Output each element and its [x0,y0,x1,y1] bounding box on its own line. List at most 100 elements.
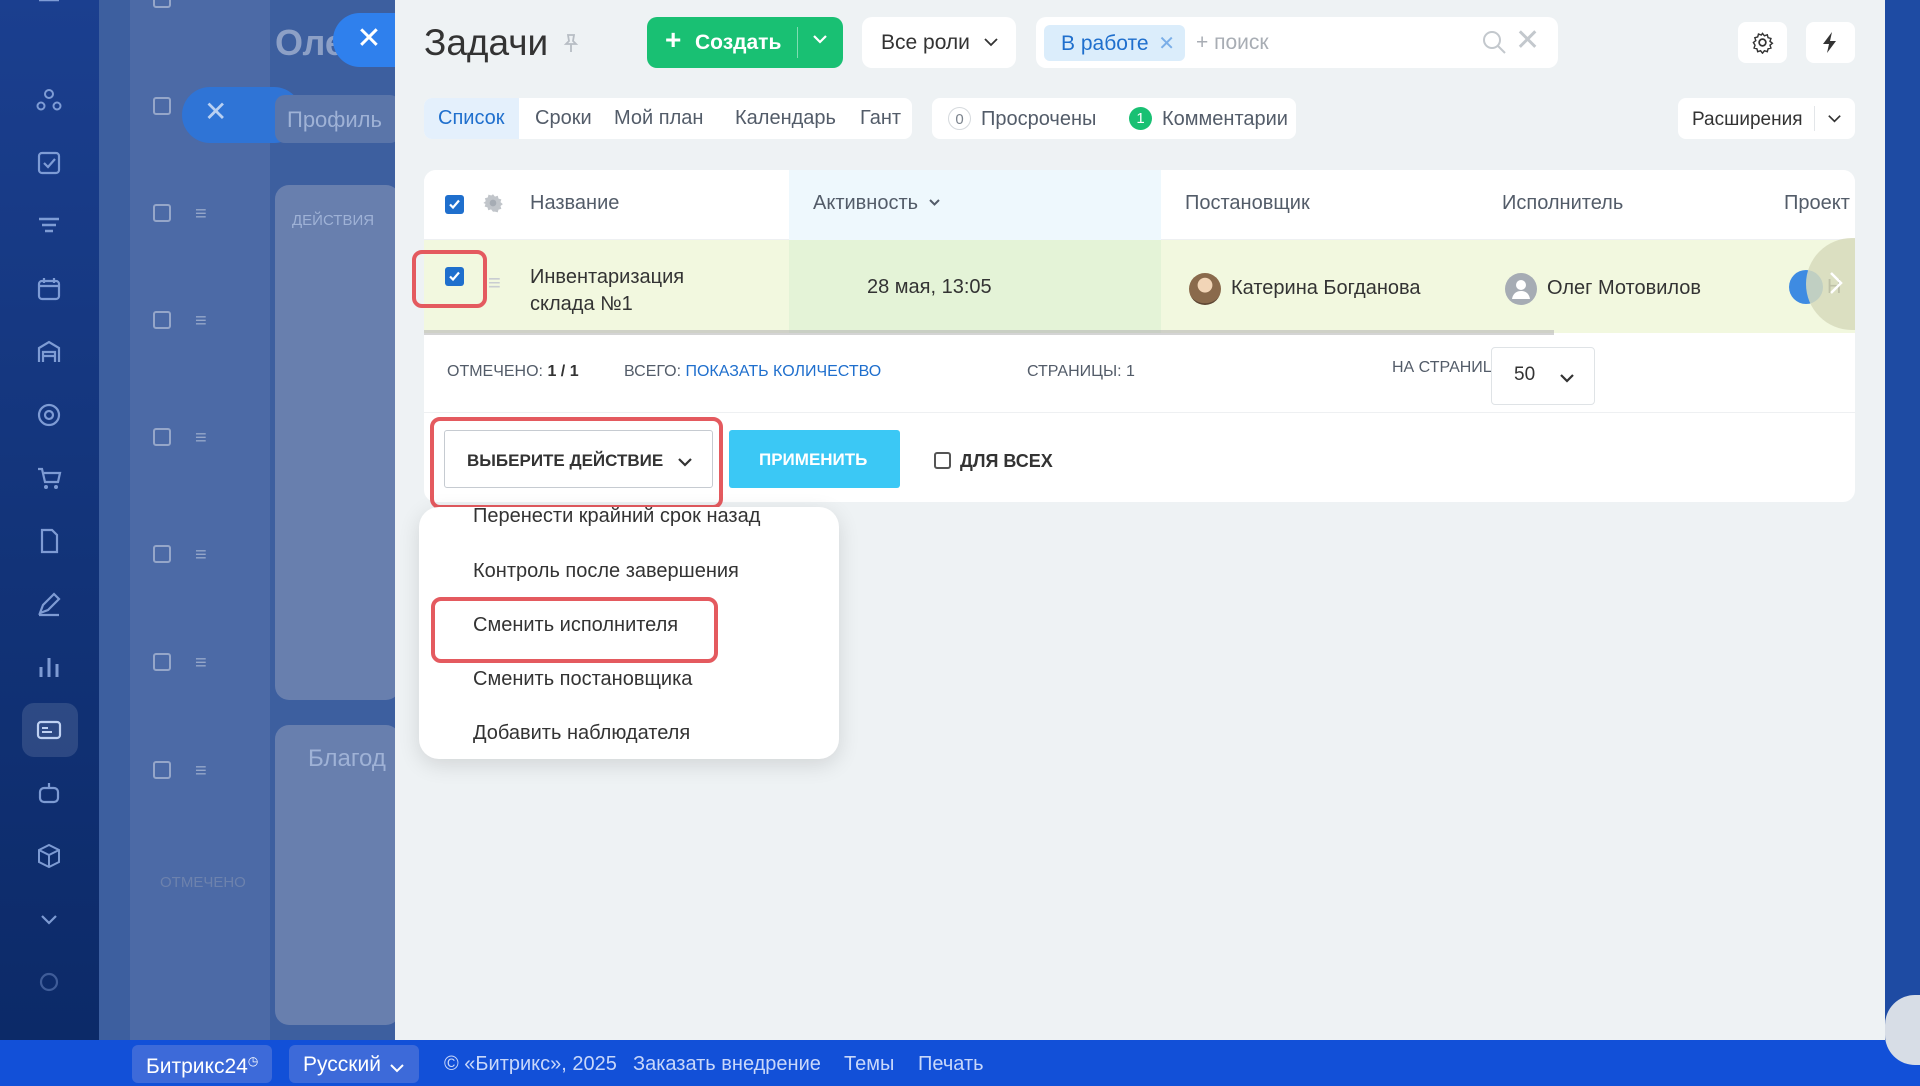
drag-handle-icon[interactable]: ≡ [488,272,506,294]
create-button[interactable]: + Создать [647,17,843,68]
for-all-label[interactable]: Для всех [960,451,1053,472]
filter-chip[interactable]: В работе ✕ [1044,25,1185,61]
settings-icon[interactable] [34,967,64,997]
warehouse-icon[interactable] [34,337,64,367]
action-select-highlight [430,417,723,509]
task-title[interactable]: Инвентаризация склада №1 [530,264,684,318]
gear-icon[interactable] [483,193,503,213]
pin-icon[interactable] [560,32,582,54]
show-count-link[interactable]: Показать количество [685,363,881,380]
column-creator[interactable]: Постановщик [1185,192,1310,215]
column-name[interactable]: Название [530,192,619,215]
chevron-down-icon [1828,115,1841,123]
robot-icon[interactable] [34,778,64,808]
extensions-label: Расширения [1692,109,1803,130]
gear-icon [1752,32,1774,54]
print-link[interactable]: Печать [918,1053,984,1076]
cart-icon[interactable] [34,463,64,493]
underlay-drag-icon: ≡ [195,310,207,332]
clock-icon: ◷ [247,1054,259,1068]
chevron-down-icon [1560,374,1574,383]
search-icon[interactable] [1480,28,1508,56]
themes-link[interactable]: Темы [844,1053,894,1076]
filter-icon[interactable] [34,211,64,241]
document-icon[interactable] [34,526,64,556]
assignee-name[interactable]: Олег Мотовилов [1547,277,1701,300]
menu-icon[interactable] [34,0,64,22]
underlay-checkbox [153,0,171,8]
total-counter: Всего: Показать количество [624,363,881,381]
activity-date: 28 мая, 13:05 [867,276,992,298]
menu-item-change-creator[interactable]: Сменить постановщика [473,668,692,691]
task-title-line: склада №1 [530,293,633,315]
row-checkbox-highlight [412,250,487,308]
calendar-icon[interactable] [34,274,64,304]
chevron-down-icon[interactable] [34,904,64,934]
extensions-button[interactable]: Расширения [1678,98,1855,139]
menu-item-move-deadline-back[interactable]: Перенести крайний срок назад [473,507,760,528]
tab-my-plan[interactable]: Мой план [614,98,703,139]
crm-icon[interactable] [34,85,64,115]
profile-card-icon[interactable] [34,715,64,745]
roles-dropdown[interactable]: Все роли [862,17,1016,68]
grid-header: Название Активность Постановщик Исполнит… [424,170,1855,240]
chevron-down-icon [984,38,998,47]
brand-button[interactable]: Битрикс24◷ [132,1045,272,1083]
creator-name[interactable]: Катерина Богданова [1231,277,1421,300]
close-icon: ✕ [356,22,382,55]
target-icon[interactable] [34,400,64,430]
lightning-icon [1823,32,1836,53]
left-sidebar [0,0,99,1040]
tab-deadlines[interactable]: Сроки [535,98,592,139]
chevron-down-icon[interactable] [810,29,830,49]
overdue-counter[interactable]: Просрочены [981,108,1096,131]
per-page-value: 50 [1514,364,1536,385]
order-implementation-link[interactable]: Заказать внедрение [633,1053,821,1076]
for-all-checkbox[interactable] [934,452,951,469]
view-tabs: Список Сроки Мой план Календарь Гант [424,98,912,139]
chevron-right-icon [1830,272,1843,294]
column-project[interactable]: Проект [1784,192,1850,215]
underlay-checkbox [153,311,171,329]
analytics-icon[interactable] [34,652,64,682]
chip-remove-icon[interactable]: ✕ [1158,31,1175,56]
filter-chip-label: В работе [1061,32,1149,55]
column-assignee[interactable]: Исполнитель [1502,192,1623,215]
overdue-count-badge: 0 [948,107,971,130]
column-activity[interactable]: Активность [813,192,941,215]
sort-chevron-icon [928,199,940,206]
select-all-checkbox[interactable] [445,195,464,214]
grid-footer: Отмечено: 1 / 1 Всего: Показать количест… [424,335,1855,413]
user-icon[interactable] [1505,273,1537,305]
create-button-label: Создать [695,31,782,54]
underlay-checkbox [153,653,171,671]
bottom-bar: Битрикс24◷ Русский © «Битрикс», 2025 Зак… [0,1040,1920,1086]
automation-button[interactable] [1806,22,1855,63]
search-input[interactable]: + поиск [1196,31,1269,55]
language-select[interactable]: Русский [289,1045,419,1083]
pages-value[interactable]: 1 [1126,363,1135,380]
tab-gantt[interactable]: Гант [860,98,901,139]
underlay-checkbox [153,428,171,446]
create-button-divider [797,27,798,58]
table-row[interactable]: ≡ Инвентаризация склада №1 28 мая, 13:05… [424,240,1855,335]
underlay-drag-icon: ≡ [195,203,207,225]
underlay-checkbox [153,761,171,779]
apply-button[interactable]: Применить [729,430,900,488]
tab-list[interactable]: Список [424,98,519,139]
pen-icon[interactable] [34,589,64,619]
comments-counter[interactable]: Комментарии [1162,108,1288,131]
underlay-drag-icon: ≡ [195,652,207,674]
underlay-profile-tab: Профиль [275,95,400,143]
menu-item-add-observer[interactable]: Добавить наблюдателя [473,722,690,745]
avatar[interactable] [1189,273,1221,305]
marked-value: 1 / 1 [547,363,579,380]
tasks-icon[interactable] [34,148,64,178]
filter-search-bar[interactable]: В работе ✕ + поиск ✕ [1036,17,1558,68]
box-icon[interactable] [34,841,64,871]
per-page-select[interactable]: 50 [1491,347,1595,405]
tab-calendar[interactable]: Календарь [735,98,836,139]
menu-item-control-after-completion[interactable]: Контроль после завершения [473,560,739,583]
settings-button[interactable] [1738,22,1787,63]
clear-search-icon[interactable]: ✕ [1515,23,1540,58]
